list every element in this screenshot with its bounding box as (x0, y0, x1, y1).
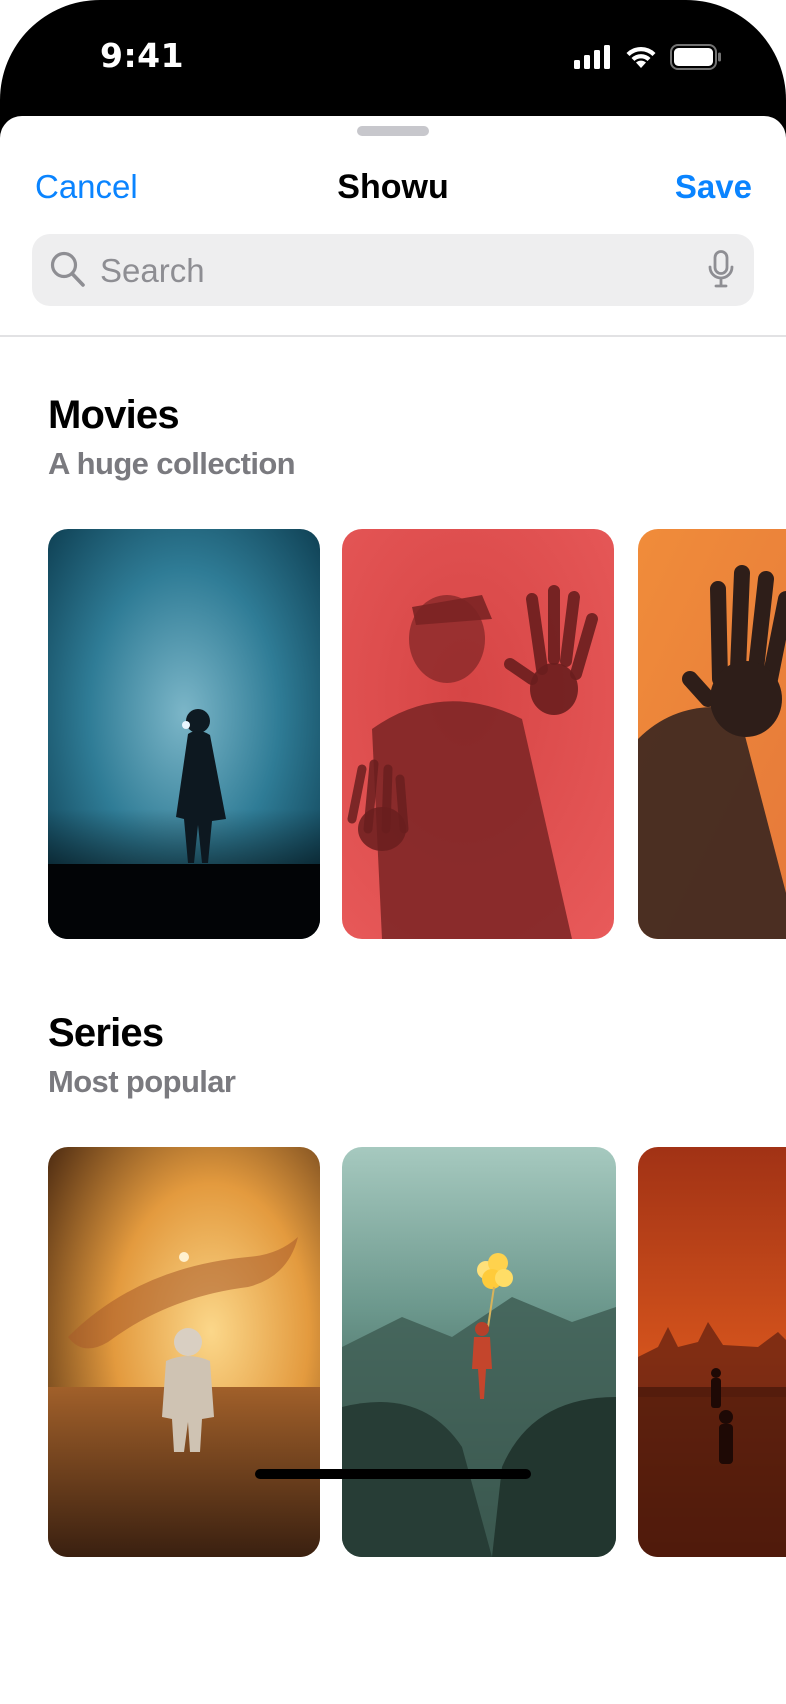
divider (0, 335, 786, 337)
movie-card[interactable] (638, 529, 786, 939)
device-frame: 9:41 Cancel Showu Save Search Movies A h… (0, 0, 786, 1704)
navigation-bar: Cancel Showu Save (0, 168, 786, 218)
astronaut-balloons-valley-image (342, 1147, 616, 1557)
movie-card[interactable] (342, 529, 614, 939)
cellular-signal-icon (574, 45, 610, 69)
astronaut-sunset-field-image (48, 1147, 320, 1557)
section-title-series: Series (48, 1011, 164, 1055)
movies-carousel[interactable] (0, 529, 786, 939)
search-icon (50, 251, 85, 287)
hand-silhouette-orange-image (638, 529, 786, 939)
series-carousel[interactable] (0, 1147, 786, 1557)
home-indicator[interactable] (255, 1469, 531, 1479)
microphone-icon[interactable] (708, 250, 734, 288)
search-bar[interactable] (32, 234, 754, 306)
hands-on-glass-red-image (342, 529, 614, 939)
section-subtitle-movies: A huge collection (48, 446, 296, 481)
battery-icon (670, 44, 721, 70)
movie-card[interactable] (48, 529, 320, 939)
sheet-grabber[interactable] (357, 126, 429, 136)
foggy-figure-blue-image (48, 529, 320, 939)
series-card[interactable] (638, 1147, 786, 1557)
red-city-figures-image (638, 1147, 786, 1557)
series-card[interactable] (342, 1147, 616, 1557)
series-card[interactable] (48, 1147, 320, 1557)
wifi-icon (626, 46, 656, 68)
status-time: 9:41 (100, 36, 185, 75)
save-button[interactable]: Save (675, 168, 752, 206)
status-bar: 9:41 (0, 0, 786, 116)
status-icons (574, 44, 722, 70)
section-subtitle-series: Most popular (48, 1064, 236, 1099)
search-input[interactable] (98, 248, 662, 294)
page-title: Showu (337, 168, 449, 206)
modal-sheet: Cancel Showu Save Movies A huge collecti… (0, 116, 786, 1704)
section-title-movies: Movies (48, 393, 180, 437)
